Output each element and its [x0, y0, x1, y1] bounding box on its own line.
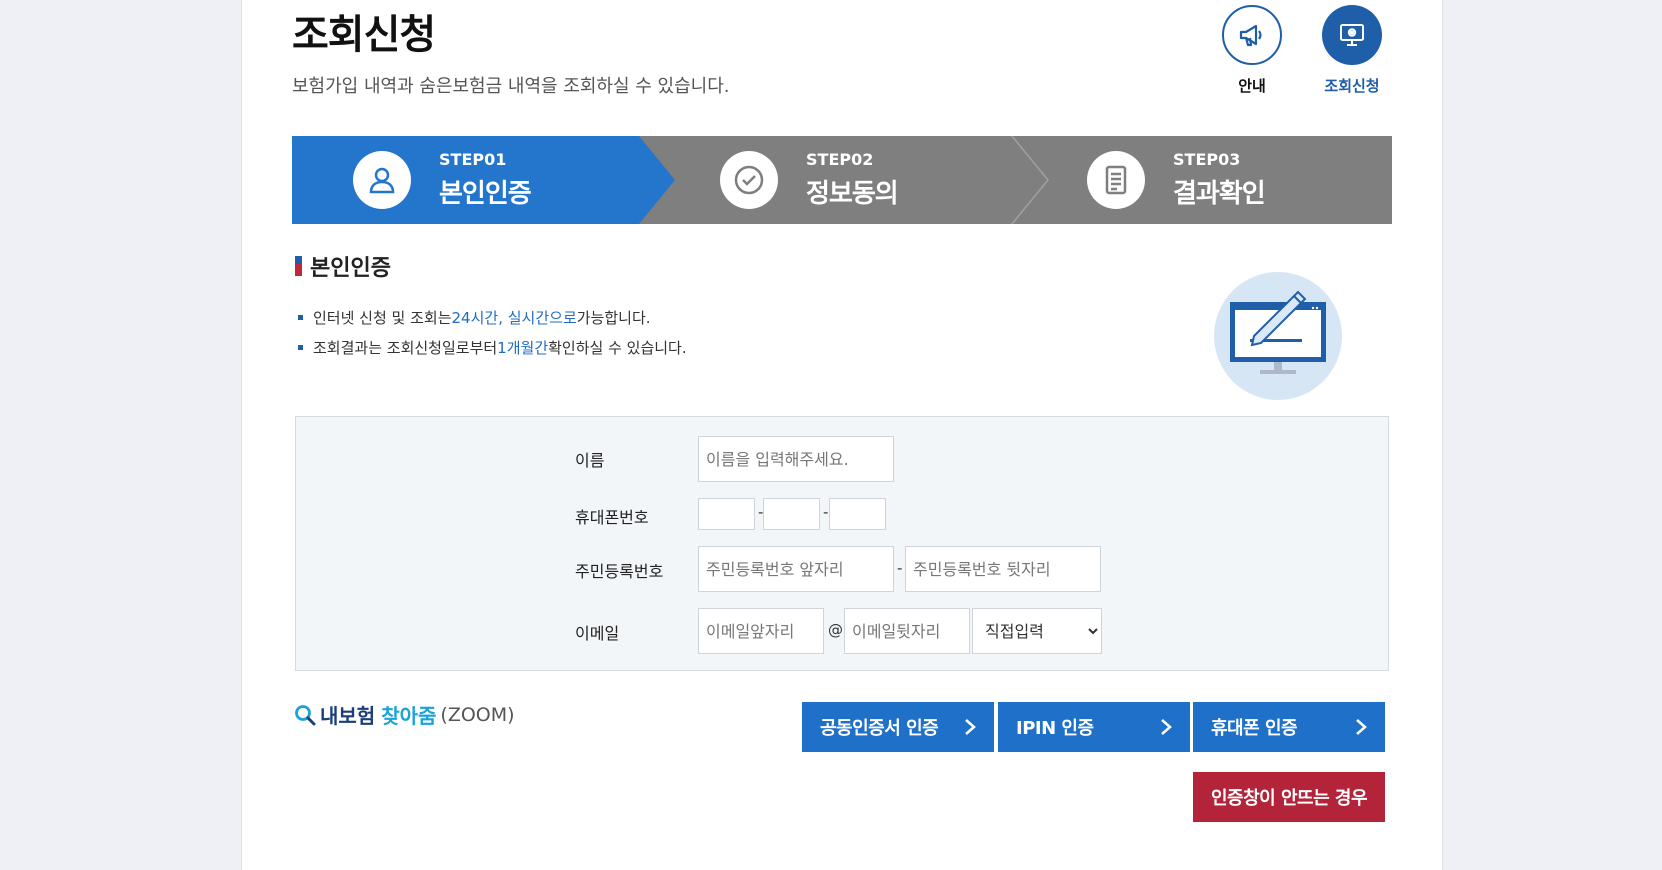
email-front-input[interactable]: [698, 608, 824, 654]
chevron-right-icon: [1356, 719, 1367, 735]
zoom-logo-part2: 찾아줌: [381, 704, 437, 728]
step-1-name: 본인인증: [439, 179, 532, 209]
notice-list: 인터넷 신청 및 조회는 24시간, 실시간으로 가능합니다. 조회결과는 조회…: [298, 302, 687, 362]
computer-illustration-icon: [1214, 272, 1342, 400]
ipin-auth-button[interactable]: IPIN 인증: [998, 702, 1190, 752]
chevron-right-icon: [1161, 719, 1172, 735]
rrn-separator: -: [897, 559, 903, 577]
email-domain-input[interactable]: [844, 608, 970, 654]
section-title-text: 본인인증: [310, 256, 391, 281]
bullet-icon: [298, 314, 303, 320]
name-input[interactable]: [698, 436, 894, 482]
megaphone-icon: [1222, 5, 1282, 65]
magnifier-icon: [295, 704, 316, 725]
step-progress: STEP01 본인인증 STEP02 정보동의 STEP03 결과확인: [292, 136, 1392, 224]
apply-nav-label: 조회신청: [1324, 77, 1380, 95]
step-2-number: STEP02: [806, 150, 874, 169]
guide-nav-label: 안내: [1238, 77, 1266, 95]
phone-label: 휴대폰번호: [575, 508, 649, 527]
check-circle-icon: [720, 151, 778, 209]
ipin-auth-label: IPIN 인증: [1016, 718, 1094, 739]
step-3-name: 결과확인: [1173, 179, 1266, 209]
section-title: 본인인증: [295, 250, 391, 282]
notice-item: 조회결과는 조회신청일로부터 1개월간 확인하실 수 있습니다.: [298, 332, 687, 362]
step-3-number: STEP03: [1173, 150, 1241, 169]
rrn-back-input[interactable]: [905, 546, 1101, 592]
step-2-name: 정보동의: [806, 179, 899, 209]
zoom-logo-part1: 내보험: [320, 704, 376, 728]
auth-window-help-label: 인증창이 안뜨는 경우: [1210, 788, 1368, 809]
email-at-sign: @: [828, 621, 843, 639]
identity-form: 이름 휴대폰번호 - - 주민등록번호 - 이메일 @ 직접입력: [295, 416, 1389, 671]
email-domain-select[interactable]: 직접입력: [972, 608, 1102, 654]
step-1: STEP01 본인인증: [353, 136, 532, 224]
section-title-bar: [295, 256, 302, 276]
zoom-logo-part3: (ZOOM): [440, 703, 515, 726]
apply-nav-button[interactable]: 조회신청: [1320, 5, 1384, 96]
bullet-icon: [298, 344, 303, 350]
phone-part3-input[interactable]: [829, 498, 886, 530]
guide-nav-button[interactable]: 안내: [1220, 5, 1284, 96]
certificate-auth-button[interactable]: 공동인증서 인증: [802, 702, 994, 752]
chevron-right-icon: [965, 719, 976, 735]
phone-separator: -: [823, 503, 829, 521]
page-title: 조회신청: [292, 12, 436, 58]
user-icon: [353, 151, 411, 209]
name-label: 이름: [575, 451, 605, 470]
monitor-icon: [1322, 5, 1382, 65]
auth-window-help-button[interactable]: 인증창이 안뜨는 경우: [1193, 772, 1385, 822]
phone-part1-input[interactable]: [698, 498, 755, 530]
step-3: STEP03 결과확인: [1087, 136, 1266, 224]
document-icon: [1087, 151, 1145, 209]
step-2: STEP02 정보동의: [720, 136, 899, 224]
phone-auth-button[interactable]: 휴대폰 인증: [1193, 702, 1385, 752]
email-label: 이메일: [575, 624, 620, 643]
notice-item: 인터넷 신청 및 조회는 24시간, 실시간으로 가능합니다.: [298, 302, 687, 332]
rrn-label: 주민등록번호: [575, 562, 664, 581]
step-1-number: STEP01: [439, 150, 507, 169]
rrn-front-input[interactable]: [698, 546, 894, 592]
content-panel: 조회신청 보험가입 내역과 숨은보험금 내역을 조회하실 수 있습니다. 안내 …: [241, 0, 1443, 870]
phone-part2-input[interactable]: [763, 498, 820, 530]
page-subtitle: 보험가입 내역과 숨은보험금 내역을 조회하실 수 있습니다.: [292, 76, 730, 97]
certificate-auth-label: 공동인증서 인증: [820, 718, 939, 739]
phone-auth-label: 휴대폰 인증: [1211, 718, 1298, 739]
zoom-service-link[interactable]: 내보험 찾아줌 (ZOOM): [294, 700, 515, 729]
